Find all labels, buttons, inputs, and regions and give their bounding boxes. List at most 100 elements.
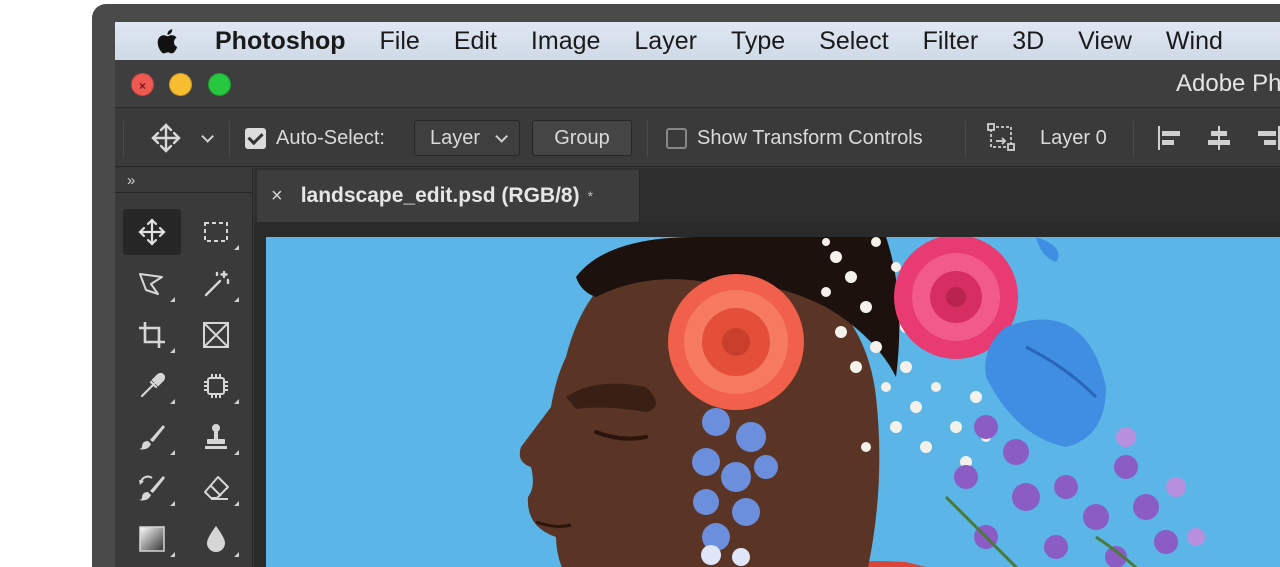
crop-tool[interactable] xyxy=(123,312,181,358)
options-grip xyxy=(123,121,124,157)
brush-icon xyxy=(139,425,165,450)
document-tab-bar: × landscape_edit.psd (RGB/8) * xyxy=(254,168,1280,222)
photoshop-window: Photoshop File Edit Image Layer Type Sel… xyxy=(115,22,1280,567)
tool-flyout-indicator xyxy=(234,552,239,557)
window-title: Adobe Ph xyxy=(1176,70,1280,97)
history-brush-tool[interactable] xyxy=(123,465,181,511)
stamp-icon xyxy=(205,424,227,449)
tool-flyout-indicator xyxy=(170,501,175,506)
portrait-image xyxy=(266,237,1280,567)
options-divider xyxy=(647,121,648,157)
align-left-icon xyxy=(1158,126,1180,150)
polygonal-lasso-icon xyxy=(139,273,163,295)
transform-bounds-icon xyxy=(987,123,1015,151)
tool-flyout-indicator xyxy=(234,245,239,250)
options-divider xyxy=(1133,121,1134,157)
document-tab[interactable]: × landscape_edit.psd (RGB/8) * xyxy=(257,170,640,222)
gradient-icon xyxy=(139,526,165,552)
layer-label: Layer 0 xyxy=(1040,126,1107,149)
menu-image[interactable]: Image xyxy=(531,27,600,56)
eyedropper-icon xyxy=(140,372,166,398)
auto-select-target-value: Layer xyxy=(430,126,481,149)
menu-edit[interactable]: Edit xyxy=(454,27,497,56)
magic-wand-icon xyxy=(204,270,230,297)
menu-type[interactable]: Type xyxy=(731,27,785,56)
checkbox-checked-icon xyxy=(245,127,266,149)
tool-flyout-indicator xyxy=(234,399,239,404)
align-center-icon xyxy=(1208,126,1230,150)
auto-select-target-dropdown[interactable]: Layer xyxy=(414,109,520,167)
title-bar: × Adobe Ph xyxy=(115,60,1280,108)
zoom-window-button[interactable] xyxy=(208,73,231,96)
document-tab-title: landscape_edit.psd (RGB/8) xyxy=(300,184,580,207)
layer-transform-button[interactable]: Layer 0 xyxy=(985,109,1107,167)
move-tool-icon xyxy=(151,123,181,153)
tool-flyout-indicator xyxy=(170,399,175,404)
close-icon: × xyxy=(139,79,147,93)
menu-app-name[interactable]: Photoshop xyxy=(215,27,346,56)
menu-filter[interactable]: Filter xyxy=(923,27,979,56)
modified-indicator: * xyxy=(587,188,594,204)
eyedropper-tool[interactable] xyxy=(123,363,181,409)
align-left-edges-button[interactable] xyxy=(1155,109,1185,167)
eraser-tool[interactable] xyxy=(187,465,245,511)
blur-tool[interactable] xyxy=(187,516,245,562)
tool-flyout-indicator xyxy=(234,501,239,506)
group-button[interactable]: Group xyxy=(532,109,632,167)
apple-icon[interactable] xyxy=(153,27,179,55)
rectangular-marquee-icon xyxy=(204,222,228,242)
menu-select[interactable]: Select xyxy=(819,27,888,56)
minimize-window-button[interactable] xyxy=(169,73,192,96)
auto-select-checkbox[interactable]: Auto-Select: xyxy=(245,109,385,167)
chevron-down-icon xyxy=(495,129,508,143)
canvas-area[interactable] xyxy=(254,222,1280,567)
frame-icon xyxy=(203,322,229,348)
water-drop-icon xyxy=(207,526,225,552)
collapse-panel-icon[interactable]: » xyxy=(127,172,135,189)
magic-wand-tool[interactable] xyxy=(187,261,245,307)
document-canvas[interactable] xyxy=(266,237,1280,567)
align-horizontal-centers-button[interactable] xyxy=(1204,109,1234,167)
options-divider xyxy=(229,121,230,157)
tool-flyout-indicator xyxy=(170,552,175,557)
panel-divider xyxy=(115,192,253,193)
close-window-button[interactable]: × xyxy=(131,73,154,96)
lasso-tool[interactable] xyxy=(123,261,181,307)
tool-flyout-indicator xyxy=(234,450,239,455)
menu-3d[interactable]: 3D xyxy=(1012,27,1044,56)
move-icon xyxy=(138,218,166,246)
eraser-icon xyxy=(204,476,229,500)
menu-window[interactable]: Wind xyxy=(1166,27,1223,56)
tools-panel: » xyxy=(115,168,253,567)
chip-icon xyxy=(204,374,228,398)
group-button-label: Group xyxy=(554,126,610,149)
tool-flyout-indicator xyxy=(170,348,175,353)
move-tool[interactable] xyxy=(123,209,181,255)
show-transform-controls-label: Show Transform Controls xyxy=(697,126,923,149)
menu-layer[interactable]: Layer xyxy=(634,27,697,56)
menu-bar: Photoshop File Edit Image Layer Type Sel… xyxy=(115,22,1280,60)
tool-flyout-indicator xyxy=(170,297,175,302)
crop-icon xyxy=(139,322,165,348)
clone-stamp-tool[interactable] xyxy=(187,414,245,460)
tool-flyout-indicator xyxy=(234,297,239,302)
gradient-tool[interactable] xyxy=(123,516,181,562)
align-right-edges-button[interactable] xyxy=(1253,109,1280,167)
show-transform-controls-checkbox[interactable]: Show Transform Controls xyxy=(666,109,923,167)
history-brush-icon xyxy=(139,475,165,501)
options-divider xyxy=(965,121,966,157)
marquee-tool[interactable] xyxy=(187,209,245,255)
align-right-icon xyxy=(1258,126,1280,150)
chevron-down-icon xyxy=(201,129,214,143)
tool-preset-picker[interactable] xyxy=(149,109,214,167)
tool-flyout-indicator xyxy=(170,450,175,455)
brush-tool[interactable] xyxy=(123,414,181,460)
menu-file[interactable]: File xyxy=(380,27,420,56)
options-bar: Auto-Select: Layer Group Show Transform … xyxy=(115,109,1280,167)
auto-select-label: Auto-Select: xyxy=(276,126,385,149)
menu-view[interactable]: View xyxy=(1078,27,1132,56)
close-tab-icon[interactable]: × xyxy=(271,185,283,208)
checkbox-unchecked-icon xyxy=(666,127,687,149)
frame-tool[interactable] xyxy=(187,312,245,358)
spot-healing-tool[interactable] xyxy=(187,363,245,409)
